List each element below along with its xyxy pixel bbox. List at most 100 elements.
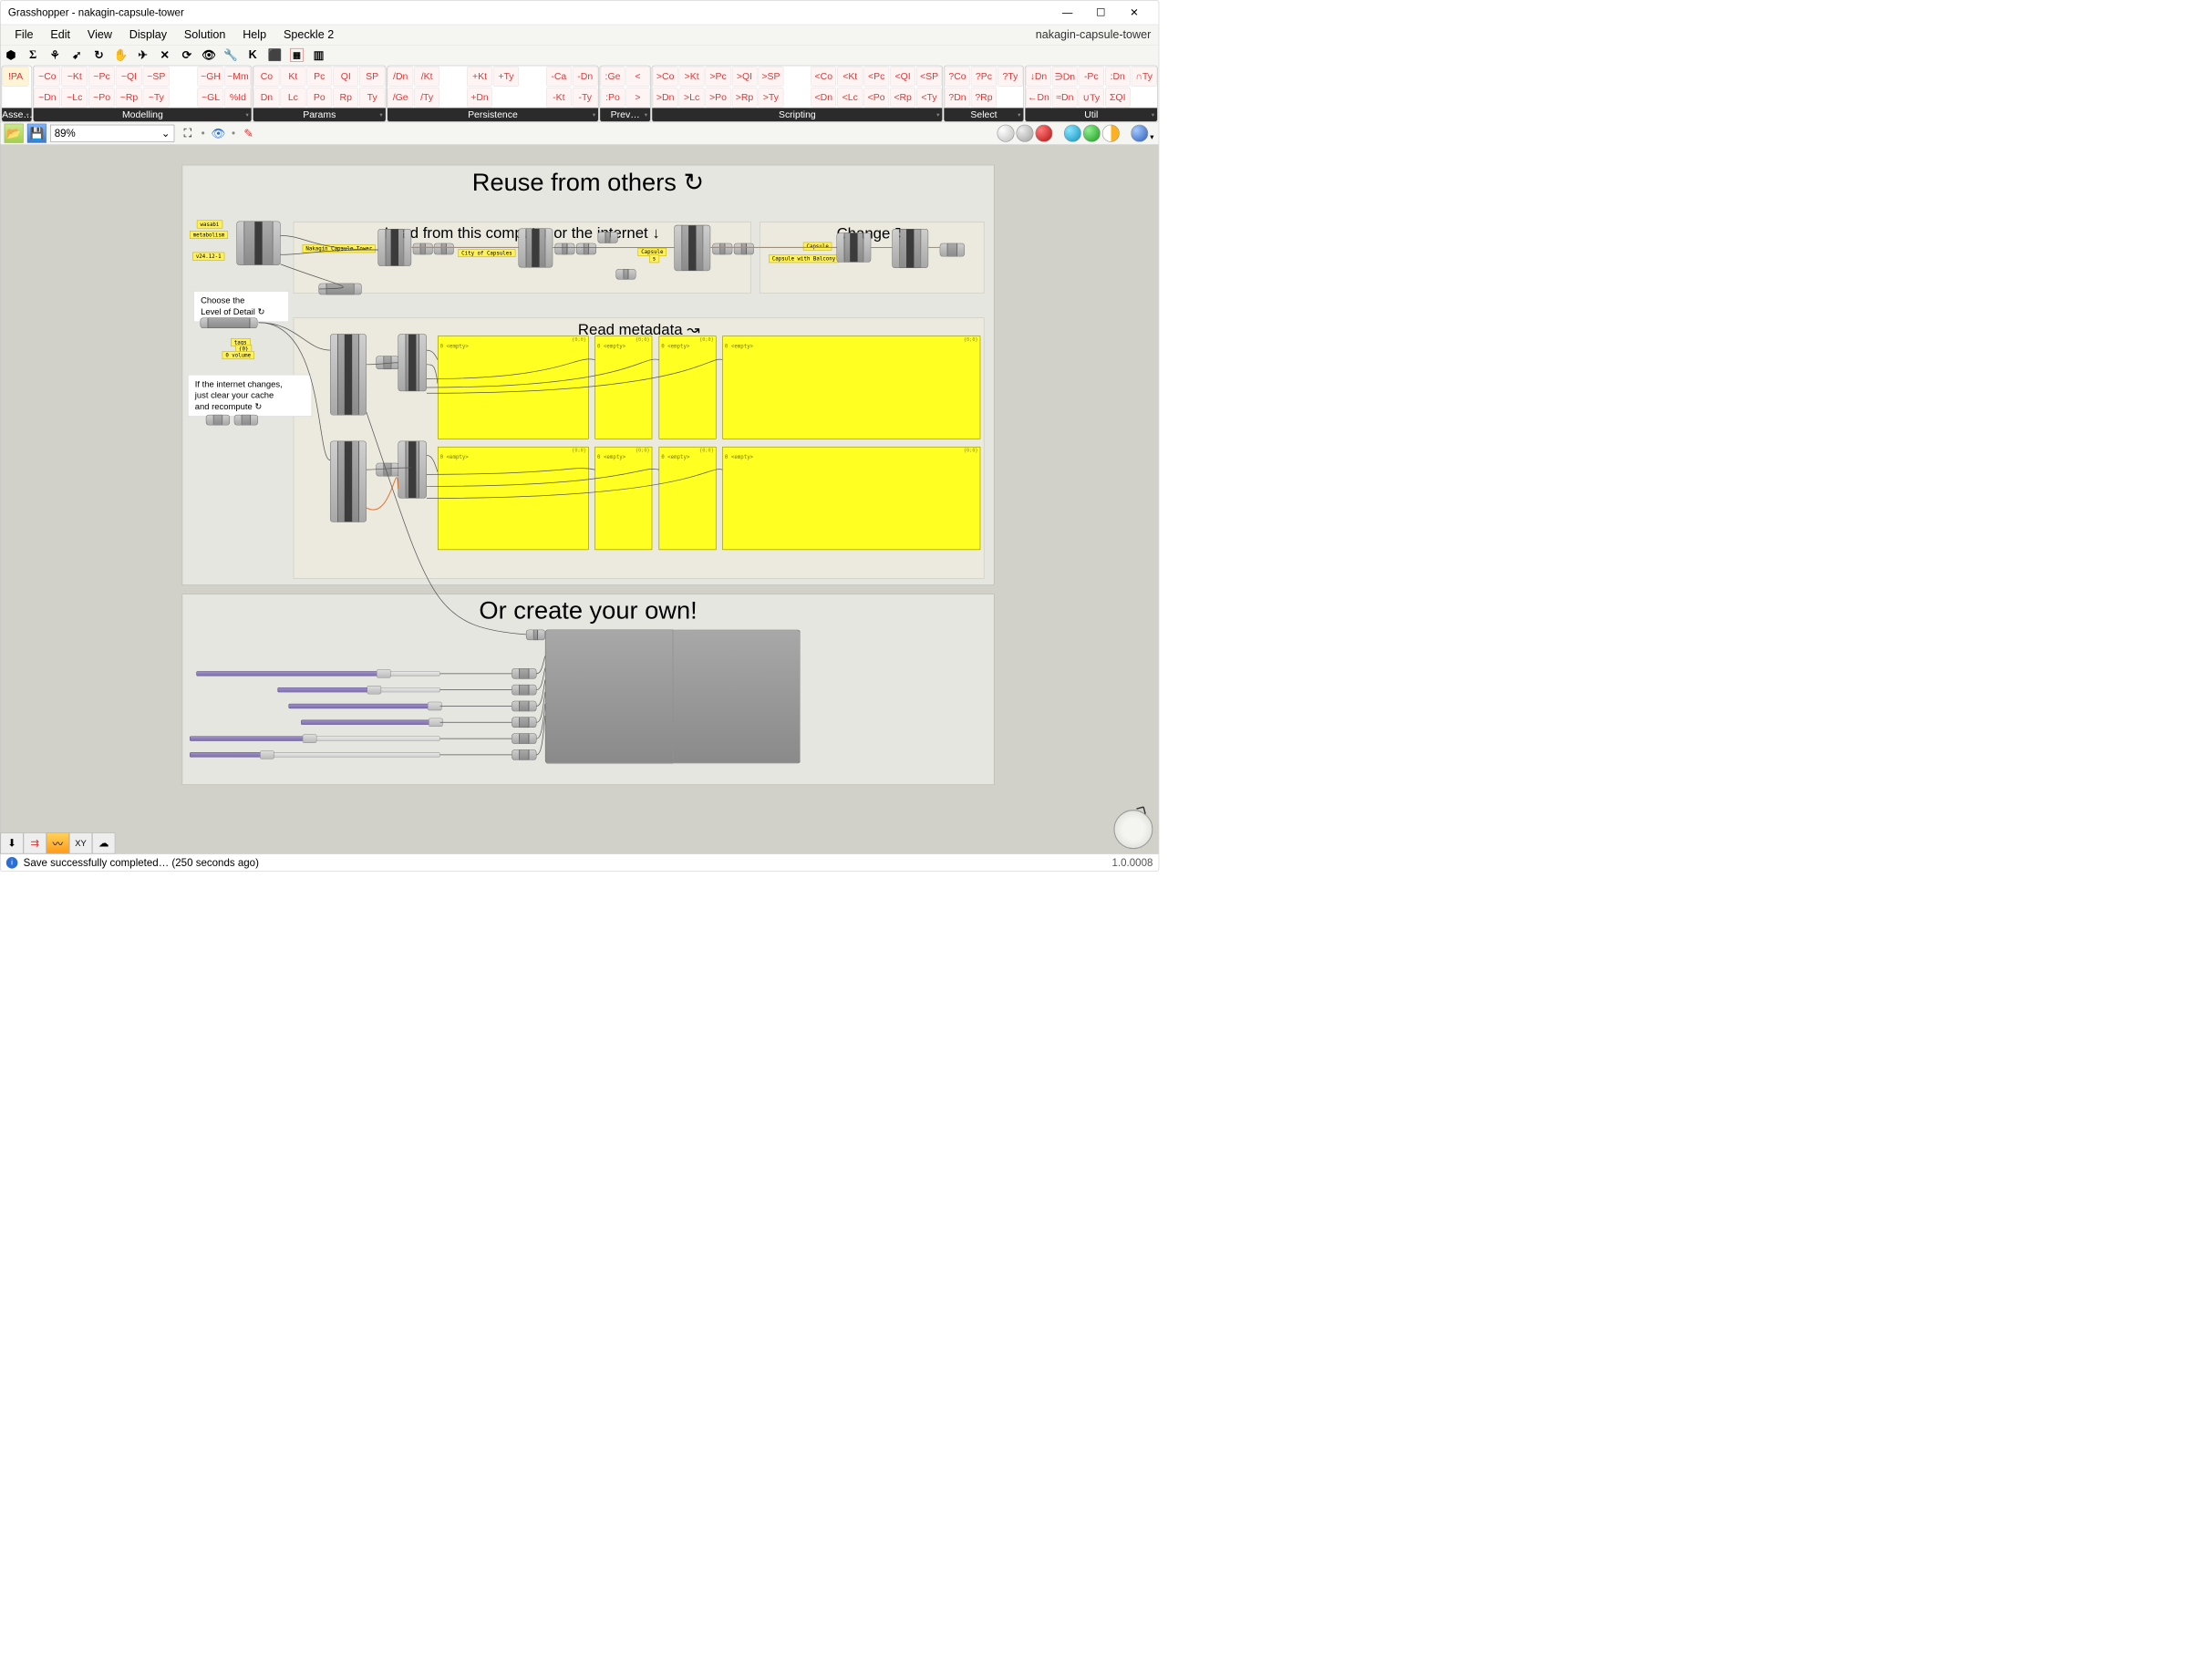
menu-help[interactable]: Help [234,28,275,42]
strip-download-icon[interactable]: ⬇ [1,832,24,853]
ribbon-cell[interactable]: -Ca [546,67,572,87]
shade-sphere-4[interactable] [1131,125,1148,142]
slider-1[interactable] [196,669,439,677]
component-m2[interactable] [330,441,367,522]
component-m0[interactable] [319,284,362,295]
strip-cloud-icon[interactable]: ☁ [92,832,115,853]
ribbon-cell[interactable]: <QI [890,67,915,87]
hand-icon[interactable]: ✋ [114,48,128,62]
speckle-icon[interactable]: ▦ [290,48,304,62]
hex-icon[interactable]: ⬢ [5,48,18,62]
ribbon-title-select[interactable]: Select [945,108,1024,121]
ribbon-cell[interactable]: ~Dn [34,88,60,108]
cross-icon[interactable]: ✕ [158,48,171,62]
menu-file[interactable]: File [6,28,42,42]
open-button[interactable]: 📂 [5,124,24,143]
ribbon-title-params[interactable]: Params [253,108,386,121]
panel-2-3[interactable]: {0;0} 0 <empty> [659,447,717,550]
ribbon-cell[interactable]: Po [306,88,332,108]
ribbon-cell[interactable]: Rp [333,88,358,108]
ribbon-cell[interactable]: -Dn [573,67,598,87]
ribbon-cell[interactable]: +Kt [467,67,492,87]
ribbon-group-modelling[interactable]: ~Co~Kt~Pc~QI~SP~GH~Mm~Dn~Lc~Po~Rp~Ty~GL%… [33,66,252,122]
slider-3[interactable] [288,702,439,710]
preview-eye-button[interactable]: 👁 [209,124,228,143]
component-6[interactable] [892,229,928,268]
menu-solution[interactable]: Solution [175,28,233,42]
label-cap-balcony[interactable]: Capsule with Balcony [769,254,839,263]
ribbon-cell[interactable]: >Kt [679,67,705,87]
ribbon-group-scripting[interactable]: >Co>Kt>Pc>QI>SP<Co<Kt<Pc<QI<SP>Dn>Lc>Po>… [652,66,943,122]
panel-1-2[interactable]: {0;0} 0 <empty> [594,336,652,439]
panel-1-4[interactable]: {0;0} 0 <empty> [722,336,980,439]
display-sphere-2[interactable] [1017,125,1034,142]
slider-2[interactable] [277,686,439,694]
ribbon-cell[interactable]: +Dn [467,88,492,108]
ribbon-cell[interactable]: :Dn [1105,67,1131,87]
button-recompute[interactable] [234,415,258,426]
ribbon-cell[interactable]: >Co [653,67,678,87]
ribbon-cell[interactable]: ∩Ty [1132,67,1157,87]
ribbon-cell[interactable]: <Lc [837,88,863,108]
label-metabolism[interactable]: metabolism [190,231,228,239]
component-6b[interactable] [940,243,965,257]
ribbon-cell[interactable]: ~Co [34,67,60,87]
ribbon-cell[interactable]: >Po [706,88,731,108]
component-2c[interactable] [434,243,454,255]
minimize-button[interactable]: — [1050,1,1084,25]
ribbon-cell[interactable]: ?Ty [997,67,1023,87]
ribbon-cell[interactable]: <Co [811,67,836,87]
ribbon-cell[interactable]: >Dn [653,88,678,108]
ribbon-cell[interactable]: ?Dn [945,88,970,108]
menu-view[interactable]: View [78,28,120,42]
refresh-icon[interactable]: ↻ [92,48,106,62]
arrow-icon[interactable]: ➹ [70,48,84,62]
ribbon-cell[interactable]: Kt [280,67,305,87]
ribbon-cell[interactable]: ?Rp [971,88,997,108]
component-2b[interactable] [413,243,433,255]
label-nakagin[interactable]: Nakagin Capsule Tower [303,244,376,253]
menu-edit[interactable]: Edit [42,28,79,42]
grid-icon[interactable]: ▥ [312,48,326,62]
ribbon-cell[interactable]: %Id [225,88,252,108]
ribbon-title-scripting[interactable]: Scripting [652,108,942,121]
ribbon-cell[interactable]: > [625,88,649,108]
component-s1[interactable] [512,668,536,679]
component-s4[interactable] [512,718,536,728]
ribbon-cell[interactable]: ~GL [198,88,224,108]
ribbon-cell[interactable]: +Ty [493,67,519,87]
component-s5[interactable] [512,733,536,744]
ribbon-cell[interactable]: /Dn [388,67,413,87]
ribbon-title-persistence[interactable]: Persistence [388,108,598,121]
plane-icon[interactable]: ✈ [136,48,150,62]
ribbon-cell[interactable]: >Pc [706,67,731,87]
ribbon-cell[interactable]: ~Mm [225,67,252,87]
ribbon-cell[interactable]: ~Kt [61,67,88,87]
ribbon-cell[interactable]: Co [253,67,279,87]
wrench-icon[interactable]: 🔧 [224,48,238,62]
ribbon-cell[interactable]: Pc [306,67,332,87]
ribbon-cell[interactable]: <Kt [837,67,863,87]
panel-1-3[interactable]: {0;0} 0 <empty> [659,336,717,439]
slider-4[interactable] [301,718,439,727]
ribbon-cell[interactable]: ?Co [945,67,970,87]
sketch-button[interactable]: ✎ [239,124,258,143]
loop-icon[interactable]: ⟳ [181,48,194,62]
ribbon-cell[interactable]: ~Ty [143,88,170,108]
ribbon-cell[interactable]: ~Po [88,88,115,108]
ribbon-cell[interactable]: ~Pc [88,67,115,87]
ribbon-title-util[interactable]: Util [1025,108,1157,121]
ribbon-cell[interactable]: /Ty [414,88,439,108]
label-capsule-s[interactable]: s [649,254,659,263]
ribbon-cell[interactable]: -Pc [1079,67,1104,87]
ribbon-cell[interactable]: ↓Dn [1026,67,1051,87]
ribbon-cell[interactable]: ←Dn [1026,88,1051,108]
ribbon-cell[interactable]: -Kt [546,88,572,108]
component-2[interactable] [377,229,411,266]
close-button[interactable]: ✕ [1118,1,1152,25]
panel-2-2[interactable]: {0;0} 0 <empty> [594,447,652,550]
label-v24[interactable]: v24.12-1 [192,253,224,261]
ribbon-group-prev[interactable]: :Ge<:Po> Prev… [600,66,651,122]
component-s3[interactable] [512,701,536,712]
ribbon-cell[interactable]: ~SP [143,67,170,87]
